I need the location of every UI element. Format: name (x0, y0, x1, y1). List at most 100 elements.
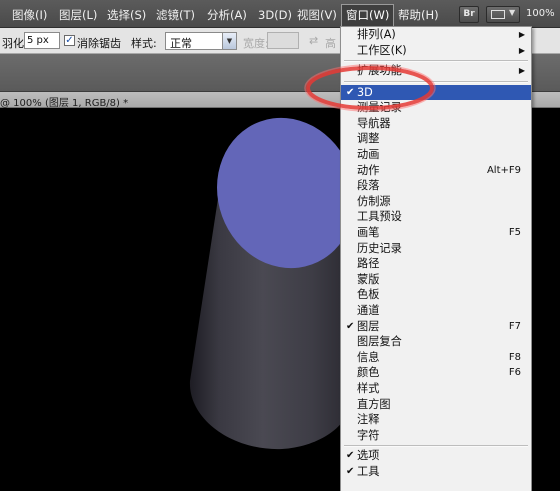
window-menu-item[interactable]: 工具预设 (341, 209, 531, 225)
window-menu-item-label: 色板 (357, 288, 380, 302)
window-menu-item-label: 通道 (357, 303, 380, 317)
menu-separator (344, 445, 528, 447)
window-menu-item[interactable]: ✔ 图层 F7 (341, 319, 531, 335)
screen-mode-button[interactable]: ▼ (486, 6, 520, 23)
window-menu-item-label: 路径 (357, 257, 380, 271)
window-menu-item-label: 选项 (357, 449, 380, 462)
menu-help[interactable]: 帮助(H) (398, 6, 439, 24)
antialias-checkbox[interactable]: ✓ (64, 35, 75, 46)
window-menu-item-label: 图层复合 (357, 335, 402, 349)
menu-separator (344, 81, 528, 83)
window-menu-item-label: 排列(A) (357, 28, 396, 41)
style-select-value: 正常 (170, 37, 192, 50)
menu-layer[interactable]: 图层(L) (59, 6, 97, 24)
zoom-level[interactable]: 100% (526, 8, 555, 19)
menu-filter[interactable]: 滤镜(T) (156, 6, 195, 24)
window-menu-item-label: 样式 (357, 381, 380, 395)
window-menu-item-label: 图层 (357, 319, 380, 333)
window-menu-item-label: 扩展功能 (357, 64, 402, 77)
bridge-button[interactable]: Br (459, 6, 479, 23)
checkmark-icon: ✔ (346, 320, 355, 332)
window-menu-item[interactable]: 仿制源 (341, 194, 531, 210)
menu-window[interactable]: 窗口(W) (341, 4, 395, 26)
width-label: 宽度: (243, 37, 269, 50)
window-menu-item[interactable]: 动画 (341, 147, 531, 163)
window-menu-item[interactable]: ✔ 3D (341, 84, 531, 101)
window-menu-item-label: 调整 (357, 132, 380, 146)
window-menu-item-label: 3D (357, 85, 373, 99)
window-menu-item[interactable]: 图层复合 (341, 334, 531, 350)
window-menu-item[interactable]: 扩展功能 ▶ (341, 63, 531, 79)
window-menu-item-label: 直方图 (357, 397, 391, 411)
shortcut-label: Alt+F9 (486, 164, 521, 176)
shortcut-label: F8 (508, 351, 521, 363)
screen-mode-icon (491, 10, 505, 19)
antialias-label: 消除锯齿 (77, 37, 121, 50)
menu-image[interactable]: 图像(I) (12, 6, 47, 24)
window-menu-item-label: 测量记录 (357, 101, 402, 115)
window-menu-item[interactable]: 工作区(K) ▶ (341, 43, 531, 59)
window-menu-item[interactable]: ✔ 选项 (341, 448, 531, 464)
submenu-arrow-icon: ▶ (518, 66, 525, 75)
window-menu-item-label: 颜色 (357, 366, 380, 380)
window-menu-item[interactable]: 排列(A) ▶ (341, 27, 531, 43)
swap-icon[interactable]: ⇄ (309, 34, 318, 47)
window-menu-item[interactable]: 导航器 (341, 116, 531, 132)
menu-select[interactable]: 选择(S) (107, 6, 146, 24)
menu-analysis[interactable]: 分析(A) (207, 6, 247, 24)
window-menu-item-label: 字符 (357, 428, 380, 442)
window-menu-item-label: 动作 (357, 163, 380, 177)
shortcut-label: F6 (508, 367, 521, 379)
style-label: 样式: (131, 37, 157, 50)
window-menu-item-label: 蒙版 (357, 272, 380, 286)
window-menu-item[interactable]: 蒙版 (341, 272, 531, 288)
shortcut-label: F5 (508, 226, 521, 238)
window-menu-item-label: 画笔 (357, 225, 380, 239)
window-menu-item-label: 工作区(K) (357, 43, 407, 57)
checkmark-icon: ✔ (346, 466, 355, 477)
style-select[interactable]: 正常 ▼ (165, 32, 237, 50)
width-input[interactable] (267, 32, 299, 49)
menu-view[interactable]: 视图(V) (297, 6, 337, 24)
checkmark-icon: ✔ (346, 86, 355, 98)
window-menu-item[interactable]: 测量记录 (341, 100, 531, 116)
window-menu-item-label: 信息 (357, 350, 380, 364)
window-menu-item[interactable]: 颜色 F6 (341, 365, 531, 381)
window-menu-item[interactable]: 色板 (341, 287, 531, 303)
shortcut-label: F7 (508, 320, 521, 332)
window-menu-item-label: 仿制源 (357, 194, 391, 208)
window-menu-item-label: 历史记录 (357, 241, 402, 255)
menu-bar: 图像(I) 图层(L) 选择(S) 滤镜(T) 分析(A) 3D(D) 视图(V… (0, 0, 560, 28)
window-menu-item[interactable]: ✔ 工具 (341, 464, 531, 480)
menu-separator (344, 60, 528, 62)
window-menu-item-label: 动画 (357, 147, 380, 161)
bridge-icon: Br (463, 9, 475, 19)
height-label: 高 (325, 37, 336, 50)
menu-3d[interactable]: 3D(D) (258, 6, 292, 24)
window-menu-item-label: 工具预设 (357, 210, 402, 224)
window-menu-item[interactable]: 历史记录 (341, 241, 531, 257)
window-menu-dropdown: 排列(A) ▶ 工作区(K) ▶ 扩展功能 ▶ ✔ 3D 测量记录 导航器 调整 动画 动作 Alt+F9… (340, 26, 532, 491)
window-menu-item[interactable]: 调整 (341, 131, 531, 147)
window-menu-item[interactable]: 样式 (341, 381, 531, 397)
window-menu-item-label: 段落 (357, 179, 380, 193)
window-menu-item[interactable]: 通道 (341, 303, 531, 319)
window-menu-item[interactable]: 注释 (341, 412, 531, 428)
window-menu-item-label: 注释 (357, 413, 380, 427)
window-menu-item[interactable]: 路径 (341, 256, 531, 272)
window-menu-item[interactable]: 直方图 (341, 397, 531, 413)
submenu-arrow-icon: ▶ (518, 30, 525, 39)
window-menu-item[interactable]: 信息 F8 (341, 350, 531, 366)
feather-input[interactable]: 5 px (24, 32, 60, 49)
document-tab-title: @ 100% (图层 1, RGB/8) * (0, 98, 129, 109)
window-menu-item[interactable]: 动作 Alt+F9 (341, 163, 531, 179)
submenu-arrow-icon: ▶ (518, 45, 525, 55)
window-menu-item[interactable]: 画笔 F5 (341, 225, 531, 241)
window-menu-item-label: 工具 (357, 465, 380, 478)
window-menu-item-label: 导航器 (357, 116, 391, 130)
chevron-down-icon: ▼ (222, 33, 236, 49)
checkmark-icon: ✔ (346, 450, 355, 461)
chevron-down-icon: ▼ (509, 8, 516, 17)
window-menu-item[interactable]: 字符 (341, 428, 531, 444)
window-menu-item[interactable]: 段落 (341, 178, 531, 194)
